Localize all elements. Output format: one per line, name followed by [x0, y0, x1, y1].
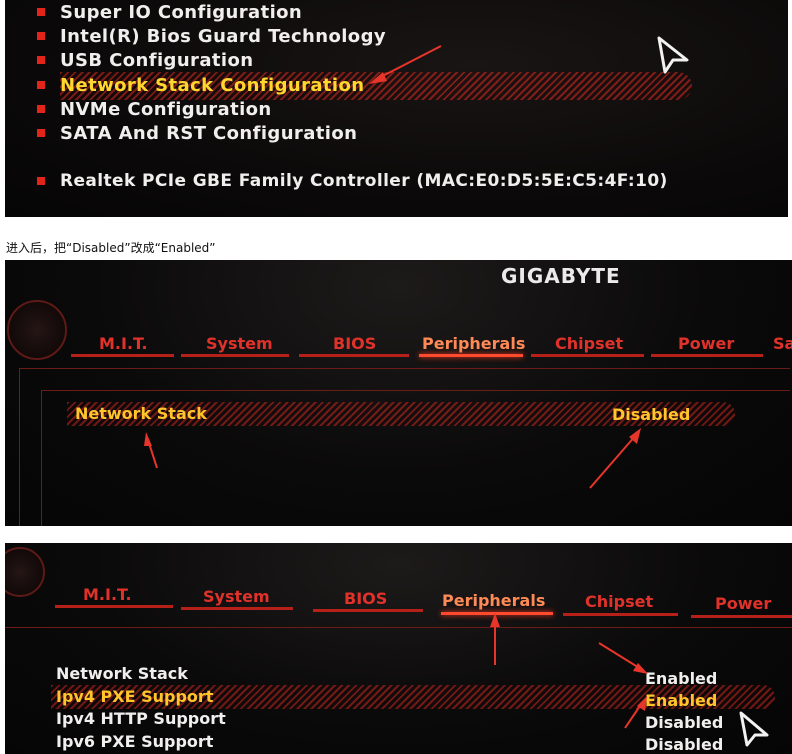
annotation-arrow — [369, 45, 442, 84]
annotation-arrow — [490, 613, 648, 729]
bios-peripherals-photo-after: M.I.T. System BIOS Peripherals Chipset P… — [5, 543, 792, 754]
instruction-caption: 进入后，把“Disabled”改成“Enabled” — [6, 241, 216, 255]
annotation-arrow — [144, 428, 641, 489]
bios-advanced-menu-photo: Super IO Configuration Intel(R) Bios Gua… — [5, 0, 788, 217]
bios-peripherals-photo-before: GIGABYTE M.I.T. System BIOS Peripherals … — [5, 260, 792, 526]
